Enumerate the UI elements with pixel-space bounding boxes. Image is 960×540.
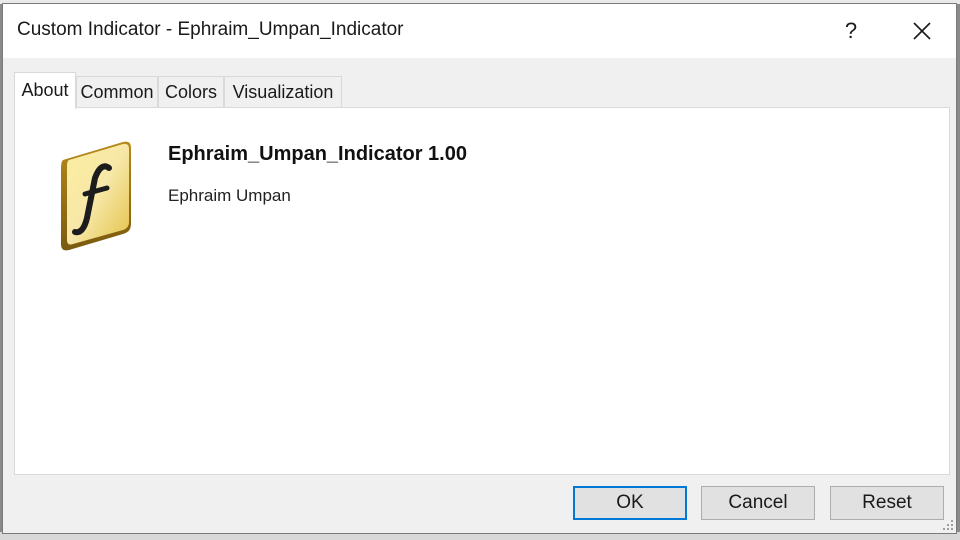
tab-colors[interactable]: Colors (158, 76, 224, 107)
title-bar: Custom Indicator - Ephraim_Umpan_Indicat… (3, 4, 956, 58)
reset-button[interactable]: Reset (830, 486, 944, 520)
tab-common[interactable]: Common (76, 76, 158, 107)
custom-indicator-dialog: Custom Indicator - Ephraim_Umpan_Indicat… (2, 3, 957, 534)
close-icon (913, 22, 931, 40)
window-title: Custom Indicator - Ephraim_Umpan_Indicat… (17, 19, 404, 40)
indicator-author: Ephraim Umpan (168, 186, 291, 205)
cancel-button[interactable]: Cancel (701, 486, 815, 520)
indicator-name-version: Ephraim_Umpan_Indicator 1.00 (168, 143, 467, 165)
help-button[interactable]: ? (831, 12, 871, 50)
tab-visualization[interactable]: Visualization (224, 76, 342, 107)
about-panel: Ephraim_Umpan_Indicator 1.00 Ephraim Ump… (14, 107, 950, 475)
tab-about[interactable]: About (14, 72, 76, 109)
resize-grip-icon[interactable] (943, 520, 955, 532)
ok-button[interactable]: OK (573, 486, 687, 520)
function-f-icon (61, 141, 131, 251)
close-button[interactable] (899, 12, 945, 50)
